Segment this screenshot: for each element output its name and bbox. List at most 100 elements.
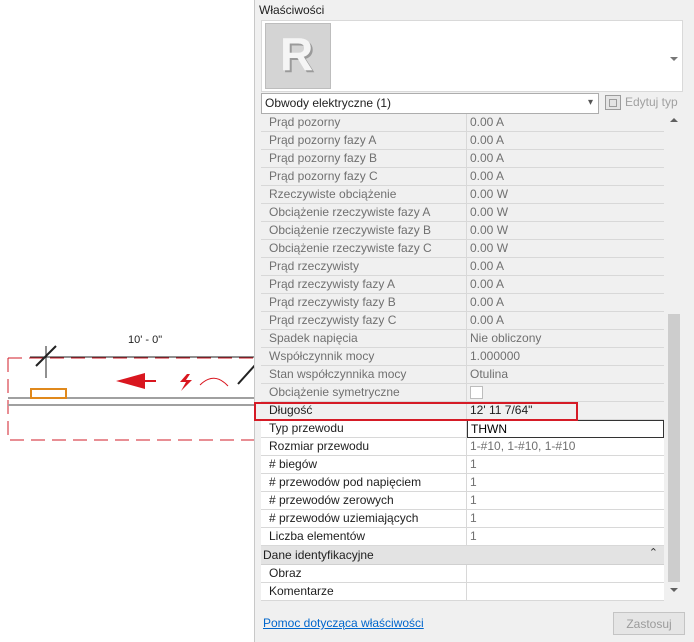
wire-drawing[interactable] (0, 0, 256, 642)
property-row[interactable]: Prąd rzeczywisty fazy A 0.00 A (261, 276, 664, 294)
chevron-down-icon[interactable]: ▾ (588, 97, 593, 108)
property-value[interactable]: 1 (467, 492, 664, 510)
panel-title: Właściwości (259, 3, 325, 17)
property-row[interactable]: Prąd rzeczywisty fazy B 0.00 A (261, 294, 664, 312)
apply-button[interactable]: Zastosuj (613, 612, 685, 635)
properties-grid: Prąd pozorny 0.00 A Prąd pozorny fazy A 0.… (261, 114, 664, 601)
help-link[interactable]: Pomoc dotycząca właściwości (263, 616, 424, 630)
property-label: Rzeczywiste obciążenie (261, 186, 467, 204)
property-row[interactable]: Współczynnik mocy 1.000000 (261, 348, 664, 366)
property-value: 0.00 A (467, 168, 664, 186)
property-value: 0.00 A (467, 132, 664, 150)
property-value: 1.000000 (467, 348, 664, 366)
property-label: Liczba elementów (261, 528, 467, 546)
property-row[interactable]: Rzeczywiste obciążenie 0.00 W (261, 186, 664, 204)
property-value: 0.00 A (467, 150, 664, 168)
property-value: 0.00 A (467, 276, 664, 294)
property-row[interactable]: Rozmiar przewodu 1-#10, 1-#10, 1-#10 (261, 438, 664, 456)
length-highlight (254, 402, 578, 421)
property-label: # przewodów pod napięciem (261, 474, 467, 492)
scroll-up-icon[interactable] (670, 118, 678, 122)
property-value[interactable]: 1-#10, 1-#10, 1-#10 (467, 438, 664, 456)
property-value: Nie obliczony (467, 330, 664, 348)
property-label: Współczynnik mocy (261, 348, 467, 366)
property-row[interactable]: Prąd rzeczywisty 0.00 A (261, 258, 664, 276)
property-value[interactable]: 1 (467, 456, 664, 474)
property-label: # przewodów uziemiających (261, 510, 467, 528)
property-label: Prąd pozorny fazy B (261, 150, 467, 168)
circuit-tag-curve (199, 377, 229, 387)
scroll-down-icon[interactable] (670, 588, 678, 592)
property-value: Otulina (467, 366, 664, 384)
property-label: Stan współczynnika mocy (261, 366, 467, 384)
selector-value: Obwody elektryczne (1) (265, 96, 392, 110)
property-label: Prąd rzeczywisty fazy C (261, 312, 467, 330)
property-value: 0.00 W (467, 240, 664, 258)
property-label: Prąd rzeczywisty (261, 258, 467, 276)
property-value: 0.00 W (467, 186, 664, 204)
property-value[interactable] (467, 565, 664, 583)
scroll-thumb[interactable] (668, 314, 680, 582)
property-row[interactable]: # przewodów uziemiających 1 (261, 510, 664, 528)
properties-scrollbar[interactable] (666, 114, 682, 596)
property-row[interactable]: Prąd pozorny fazy B 0.00 A (261, 150, 664, 168)
property-label: Komentarze (261, 583, 467, 601)
property-label: Prąd pozorny (261, 114, 467, 132)
property-value: 0.00 A (467, 312, 664, 330)
property-value: 0.00 A (467, 294, 664, 312)
property-row[interactable]: Obciążenie symetryczne (261, 384, 664, 402)
element-selector[interactable]: Obwody elektryczne (1) ▾ (261, 93, 599, 114)
wire-type-field[interactable]: THWN (467, 420, 664, 438)
property-value[interactable]: 1 (467, 474, 664, 492)
edit-type-button[interactable]: Edytuj typ (605, 93, 689, 112)
property-row[interactable]: Liczba elementów 1 (261, 528, 664, 546)
circuit-tag-icon (180, 374, 192, 391)
revit-logo-icon: R (265, 23, 331, 89)
property-value (467, 384, 664, 402)
type-preview[interactable]: R (261, 20, 683, 92)
property-value: 0.00 A (467, 114, 664, 132)
property-row[interactable]: Obciążenie rzeczywiste fazy C 0.00 W (261, 240, 664, 258)
group-header-identity[interactable]: Dane identyfikacyjne ⌃ (261, 546, 664, 565)
property-row[interactable]: Prąd rzeczywisty fazy C 0.00 A (261, 312, 664, 330)
property-row[interactable]: Prąd pozorny 0.00 A (261, 114, 664, 132)
property-label: Prąd rzeczywisty fazy A (261, 276, 467, 294)
property-label: Prąd pozorny fazy A (261, 132, 467, 150)
property-row[interactable]: Spadek napięcia Nie obliczony (261, 330, 664, 348)
property-row[interactable]: Komentarze (261, 583, 664, 601)
property-row[interactable]: # przewodów zerowych 1 (261, 492, 664, 510)
property-row-wire-type[interactable]: Typ przewodu THWN (261, 420, 664, 438)
property-row[interactable]: Obciążenie rzeczywiste fazy B 0.00 W (261, 222, 664, 240)
property-row[interactable]: Prąd pozorny fazy A 0.00 A (261, 132, 664, 150)
property-value[interactable]: 1 (467, 510, 664, 528)
property-label: Rozmiar przewodu (261, 438, 467, 456)
property-value: 0.00 W (467, 222, 664, 240)
drawing-canvas[interactable]: 10' - 0" (0, 0, 256, 642)
collapse-icon[interactable]: ⌃ (649, 546, 658, 559)
property-value: 0.00 W (467, 204, 664, 222)
property-label: # przewodów zerowych (261, 492, 467, 510)
property-label: Prąd rzeczywisty fazy B (261, 294, 467, 312)
chevron-down-icon[interactable] (670, 57, 678, 61)
property-label: Obciążenie rzeczywiste fazy C (261, 240, 467, 258)
properties-panel: Właściwości R Obwody elektryczne (1) ▾ E… (254, 0, 694, 642)
balanced-load-checkbox[interactable] (470, 386, 483, 399)
dimension-label[interactable]: 10' - 0" (128, 334, 162, 346)
property-value[interactable]: 1 (467, 528, 664, 546)
property-row[interactable]: # biegów 1 (261, 456, 664, 474)
property-row[interactable]: Obraz (261, 565, 664, 583)
type-scroll[interactable] (666, 21, 682, 91)
property-label: Obciążenie rzeczywiste fazy B (261, 222, 467, 240)
property-label: Obciążenie rzeczywiste fazy A (261, 204, 467, 222)
property-value[interactable] (467, 583, 664, 601)
home-run-arrow[interactable] (116, 373, 145, 389)
property-row[interactable]: Prąd pozorny fazy C 0.00 A (261, 168, 664, 186)
device-element[interactable] (30, 388, 67, 399)
edit-type-icon (605, 95, 621, 110)
property-label: # biegów (261, 456, 467, 474)
property-row[interactable]: # przewodów pod napięciem 1 (261, 474, 664, 492)
property-label: Spadek napięcia (261, 330, 467, 348)
property-value: 0.00 A (467, 258, 664, 276)
property-row[interactable]: Obciążenie rzeczywiste fazy A 0.00 W (261, 204, 664, 222)
property-row[interactable]: Stan współczynnika mocy Otulina (261, 366, 664, 384)
